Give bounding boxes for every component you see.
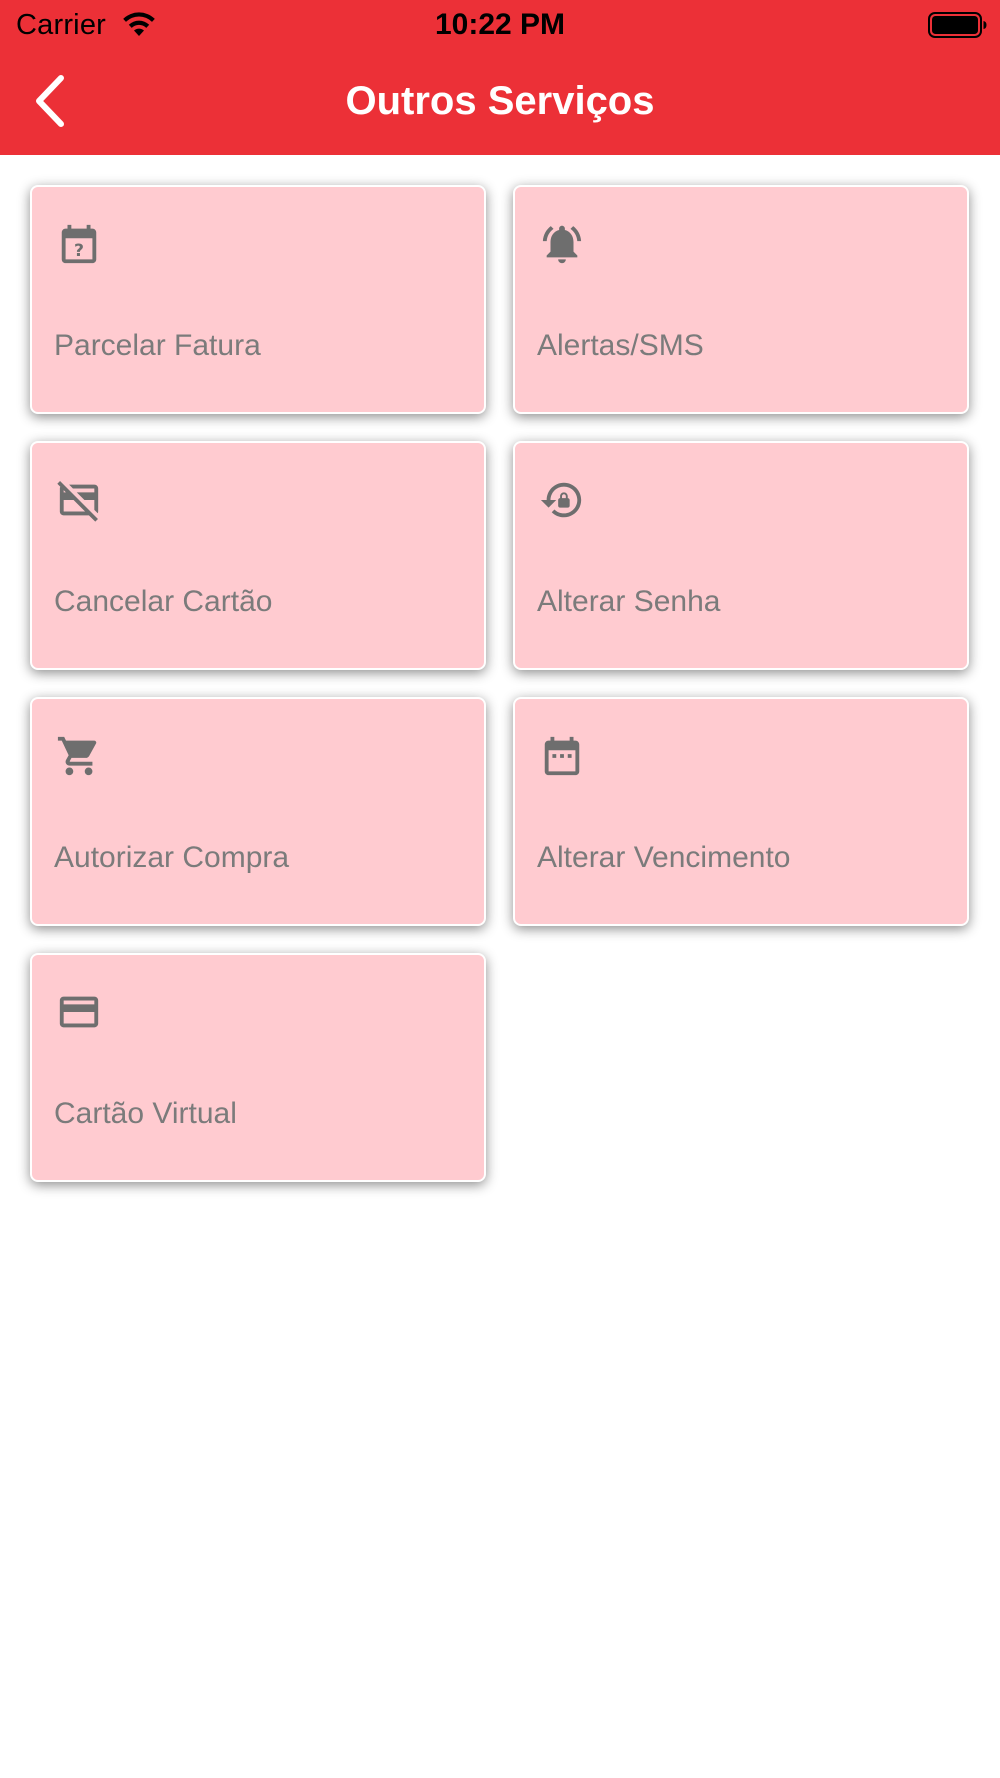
service-label: Autorizar Compra xyxy=(54,841,290,874)
service-label: Alterar Vencimento xyxy=(537,841,791,874)
nav-bar: Outros Serviços xyxy=(0,50,1000,155)
battery-full-icon xyxy=(928,12,987,38)
service-label: Cancelar Cartão xyxy=(54,585,273,618)
credit-card-icon xyxy=(59,996,99,1028)
service-tile-autorizar-compra[interactable]: Autorizar Compra xyxy=(30,697,486,926)
screen: Carrier 10:22 PM Outros Serviços ? Parce… xyxy=(0,0,1000,1778)
credit-card-off-icon xyxy=(57,481,99,522)
service-label: Alterar Senha xyxy=(537,585,721,618)
calendar-question-icon: ? xyxy=(61,224,97,264)
services-grid: ? Parcelar Fatura Alertas/SMS Cancelar C… xyxy=(30,185,972,1182)
service-tile-cartao-virtual[interactable]: Cartão Virtual xyxy=(30,953,486,1182)
back-button[interactable] xyxy=(20,68,80,134)
service-tile-cancelar-cartao[interactable]: Cancelar Cartão xyxy=(30,441,486,670)
page-title: Outros Serviços xyxy=(345,79,655,123)
service-tile-alterar-vencimento[interactable]: Alterar Vencimento xyxy=(513,697,969,926)
service-tile-alterar-senha[interactable]: Alterar Senha xyxy=(513,441,969,670)
chevron-left-icon xyxy=(36,75,64,127)
status-time: 10:22 PM xyxy=(434,8,566,41)
header: Carrier 10:22 PM Outros Serviços xyxy=(0,0,1000,155)
service-label: Alertas/SMS xyxy=(537,329,704,362)
shopping-cart-icon xyxy=(57,736,97,776)
status-bar: Carrier 10:22 PM xyxy=(0,0,1000,50)
service-tile-parcelar-fatura[interactable]: ? Parcelar Fatura xyxy=(30,185,486,414)
service-label: Parcelar Fatura xyxy=(54,329,261,362)
service-label: Cartão Virtual xyxy=(54,1097,237,1130)
svg-text:?: ? xyxy=(74,241,84,261)
bell-ringing-icon xyxy=(542,225,582,264)
lock-reset-icon xyxy=(540,482,582,518)
calendar-icon xyxy=(544,736,580,776)
service-tile-alertas-sms[interactable]: Alertas/SMS xyxy=(513,185,969,414)
